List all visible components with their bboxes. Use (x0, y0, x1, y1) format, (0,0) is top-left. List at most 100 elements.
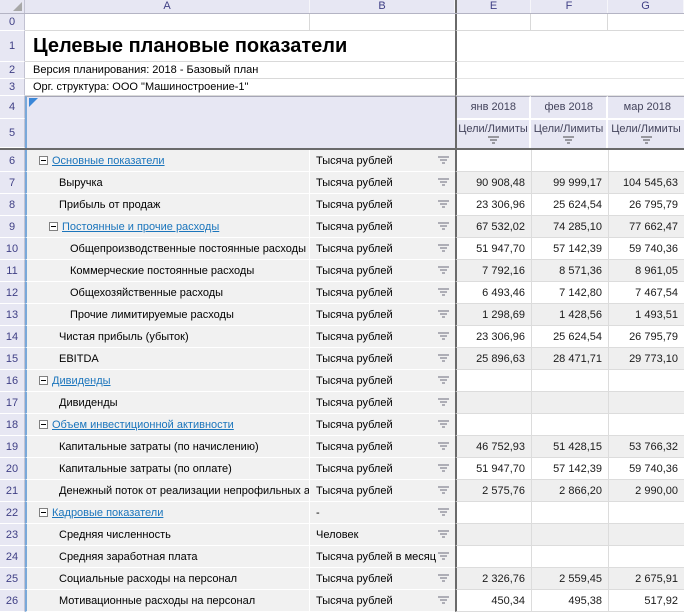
value-cell[interactable] (455, 524, 531, 546)
value-cell[interactable]: 25 624,54 (531, 194, 608, 216)
row-header[interactable]: 10 (0, 238, 25, 260)
value-cell[interactable]: 53 766,32 (608, 436, 684, 458)
row-header[interactable]: 9 (0, 216, 25, 238)
filter-icon[interactable] (438, 156, 449, 164)
row-header-4[interactable]: 4 (0, 96, 25, 119)
value-cell[interactable] (455, 502, 531, 524)
filter-icon[interactable] (488, 136, 499, 144)
row-header[interactable]: 14 (0, 326, 25, 348)
value-cell[interactable]: 6 493,46 (455, 282, 531, 304)
row-header[interactable]: 18 (0, 414, 25, 436)
value-cell[interactable]: 28 471,71 (531, 348, 608, 370)
filter-icon[interactable] (438, 442, 449, 450)
value-cell[interactable]: 23 306,96 (455, 194, 531, 216)
filter-icon[interactable] (438, 222, 449, 230)
row-header-0[interactable]: 0 (0, 14, 25, 31)
indicator-cell[interactable]: EBITDA (25, 348, 310, 370)
row-header[interactable]: 19 (0, 436, 25, 458)
unit-cell[interactable]: Тысяча рублей (310, 304, 455, 326)
select-all-corner[interactable] (0, 0, 25, 13)
filter-icon[interactable] (438, 574, 449, 582)
indicator-cell[interactable]: Дивиденды (25, 370, 310, 392)
row-header[interactable]: 21 (0, 480, 25, 502)
filter-icon[interactable] (438, 530, 449, 538)
row-header[interactable]: 15 (0, 348, 25, 370)
row-header-5[interactable]: 5 (0, 119, 25, 148)
unit-cell[interactable]: Тысяча рублей (310, 480, 455, 502)
value-cell[interactable]: 59 740,36 (608, 458, 684, 480)
row-header[interactable]: 12 (0, 282, 25, 304)
version-cell[interactable]: Версия планирования: 2018 - Базовый план (25, 62, 455, 79)
row-header[interactable]: 6 (0, 150, 25, 172)
filter-icon[interactable] (438, 464, 449, 472)
indicator-cell[interactable]: Средняя численность (25, 524, 310, 546)
value-cell[interactable]: 7 792,16 (455, 260, 531, 282)
value-cell[interactable]: 99 999,17 (531, 172, 608, 194)
collapse-icon[interactable] (39, 376, 48, 385)
value-cell[interactable] (608, 546, 684, 568)
filter-icon[interactable] (438, 398, 449, 406)
unit-cell[interactable]: Тысяча рублей (310, 172, 455, 194)
value-cell[interactable] (531, 392, 608, 414)
value-cell[interactable]: 57 142,39 (531, 238, 608, 260)
unit-cell[interactable]: Тысяча рублей (310, 238, 455, 260)
empty-cell-a0[interactable] (25, 14, 310, 31)
value-cell[interactable]: 57 142,39 (531, 458, 608, 480)
unit-cell[interactable]: Тысяча рублей (310, 370, 455, 392)
value-cell[interactable]: 51 947,70 (455, 458, 531, 480)
value-cell[interactable] (531, 524, 608, 546)
collapse-icon[interactable] (49, 222, 58, 231)
value-cell[interactable]: 450,34 (455, 590, 531, 612)
collapse-icon[interactable] (39, 420, 48, 429)
unit-cell[interactable]: Тысяча рублей (310, 568, 455, 590)
indicator-cell[interactable]: Объем инвестиционной активности (25, 414, 310, 436)
month-header-mar[interactable]: мар 2018 (608, 97, 684, 120)
row-header[interactable]: 7 (0, 172, 25, 194)
unit-cell[interactable]: Тысяча рублей (310, 282, 455, 304)
value-cell[interactable] (608, 524, 684, 546)
month-header-jan[interactable]: янв 2018 (457, 97, 529, 120)
value-cell[interactable] (531, 502, 608, 524)
filter-icon[interactable] (438, 376, 449, 384)
filter-icon[interactable] (438, 354, 449, 362)
value-cell[interactable] (531, 150, 608, 172)
filter-icon[interactable] (438, 200, 449, 208)
value-cell[interactable]: 90 908,48 (455, 172, 531, 194)
unit-cell[interactable]: - (310, 502, 455, 524)
value-cell[interactable]: 51 428,15 (531, 436, 608, 458)
indicator-cell[interactable]: Общехозяйственные расходы (25, 282, 310, 304)
value-cell[interactable]: 2 575,76 (455, 480, 531, 502)
filter-icon[interactable] (438, 310, 449, 318)
filter-icon[interactable] (563, 136, 574, 144)
value-cell[interactable] (455, 150, 531, 172)
column-header-b[interactable]: B (310, 0, 455, 13)
row-header[interactable]: 25 (0, 568, 25, 590)
indicator-cell[interactable]: Прочие лимитируемые расходы (25, 304, 310, 326)
value-cell[interactable]: 1 493,51 (608, 304, 684, 326)
indicator-cell[interactable]: Постоянные и прочие расходы (25, 216, 310, 238)
unit-cell[interactable]: Тысяча рублей (310, 414, 455, 436)
indicator-cell[interactable]: Чистая прибыль (убыток) (25, 326, 310, 348)
value-cell[interactable]: 59 740,36 (608, 238, 684, 260)
measure-header-jan[interactable]: Цели/Лимиты (457, 120, 529, 148)
org-structure-cell[interactable]: Орг. структура: ООО "Машиностроение-1" (25, 79, 455, 96)
row-header[interactable]: 17 (0, 392, 25, 414)
row-header[interactable]: 16 (0, 370, 25, 392)
value-cell[interactable] (531, 370, 608, 392)
value-cell[interactable] (455, 392, 531, 414)
row-header-3[interactable]: 3 (0, 79, 25, 96)
empty-cell-e0[interactable] (455, 14, 531, 31)
filter-icon[interactable] (438, 596, 449, 604)
filter-icon[interactable] (438, 244, 449, 252)
column-header-g[interactable]: G (608, 0, 684, 13)
value-cell[interactable]: 7 467,54 (608, 282, 684, 304)
crosstab-anchor-cell[interactable] (25, 96, 455, 148)
empty-cell-b0[interactable] (310, 14, 455, 31)
value-cell[interactable] (531, 546, 608, 568)
value-cell[interactable]: 74 285,10 (531, 216, 608, 238)
value-cell[interactable]: 495,38 (531, 590, 608, 612)
column-header-f[interactable]: F (531, 0, 608, 13)
indicator-cell[interactable]: Средняя заработная плата (25, 546, 310, 568)
indicator-cell[interactable]: Прибыль от продаж (25, 194, 310, 216)
value-cell[interactable]: 7 142,80 (531, 282, 608, 304)
